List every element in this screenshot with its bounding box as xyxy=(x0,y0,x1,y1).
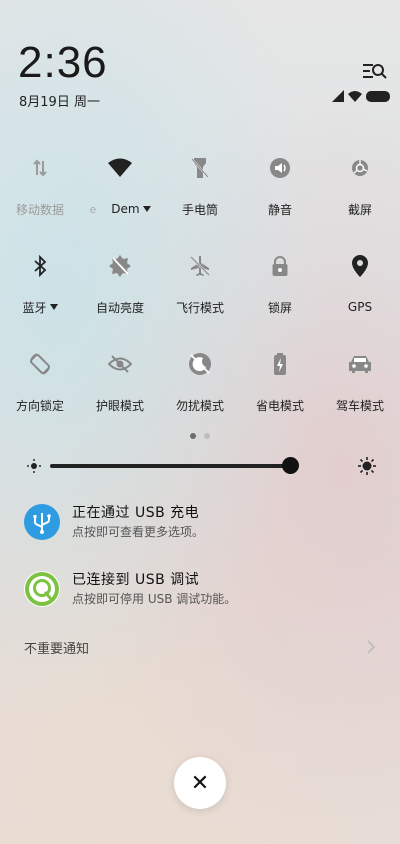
volume-icon xyxy=(266,154,294,182)
auto-brightness-icon xyxy=(106,252,134,280)
tile-screenshot[interactable]: 截屏 xyxy=(320,150,400,248)
wifi-status-icon xyxy=(348,90,362,102)
tile-label: 自动亮度 xyxy=(95,300,144,315)
rotation-lock-icon xyxy=(26,350,54,378)
tile-label: 锁屏 xyxy=(267,300,292,315)
tile-auto-brightness[interactable]: 自动亮度 xyxy=(80,248,160,346)
brightness-thumb[interactable] xyxy=(282,457,299,474)
tile-label: 手电筒 xyxy=(181,202,218,217)
bluetooth-icon xyxy=(26,252,54,280)
tile-label: 移动数据 xyxy=(15,202,64,217)
tile-eye-care[interactable]: 护眼模式 xyxy=(80,346,160,444)
clock: 2:36 xyxy=(18,38,108,87)
tile-do-not-disturb[interactable]: 勿扰模式 xyxy=(160,346,240,444)
tile-label: 省电模式 xyxy=(255,398,304,413)
notification-settings-icon[interactable] xyxy=(362,62,388,82)
lock-icon xyxy=(266,252,294,280)
notification-subtitle: 点按即可停用 USB 调试功能。 xyxy=(72,592,237,606)
page-dot-active xyxy=(190,433,196,439)
android-debug-icon xyxy=(24,571,60,607)
dropdown-caret-icon[interactable] xyxy=(49,304,58,310)
tile-label: 蓝牙 xyxy=(22,300,47,315)
tile-mobile-data[interactable]: 移动数据 xyxy=(0,150,80,248)
brightness-low-icon xyxy=(27,459,41,473)
tile-label: 护眼模式 xyxy=(95,398,144,413)
tile-flashlight[interactable]: 手电筒 xyxy=(160,150,240,248)
usb-charging-notification[interactable]: 正在通过 USB 充电 点按即可查看更多选项。 xyxy=(24,500,384,550)
page-indicator xyxy=(0,433,400,439)
car-icon xyxy=(346,350,374,378)
usb-icon xyxy=(24,504,60,540)
unimportant-notifications-label[interactable]: 不重要通知 xyxy=(24,638,89,657)
close-button[interactable]: ✕ xyxy=(174,757,226,809)
eye-care-icon xyxy=(106,350,134,378)
tile-airplane[interactable]: 飞行模式 xyxy=(160,248,240,346)
tile-label: GPS xyxy=(347,300,373,314)
flashlight-icon xyxy=(186,154,214,182)
notification-title: 正在通过 USB 充电 xyxy=(72,505,200,521)
page-dot xyxy=(204,433,210,439)
brightness-track[interactable] xyxy=(50,464,290,468)
battery-icon xyxy=(366,90,390,102)
signal-icon xyxy=(332,90,344,102)
do-not-disturb-icon xyxy=(186,350,214,378)
tile-bluetooth[interactable]: 蓝牙 xyxy=(0,248,80,346)
dropdown-caret-icon[interactable] xyxy=(142,206,151,212)
brightness-slider[interactable] xyxy=(0,452,400,480)
tile-label: 截屏 xyxy=(347,202,372,217)
tile-label: 勿扰模式 xyxy=(175,398,224,413)
airplane-icon xyxy=(186,252,214,280)
notification-subtitle: 点按即可查看更多选项。 xyxy=(72,525,205,539)
tile-volume[interactable]: 静音 xyxy=(240,150,320,248)
status-bar xyxy=(332,90,390,102)
tile-car[interactable]: 驾车模式 xyxy=(320,346,400,444)
location-icon xyxy=(346,252,374,280)
screenshot-icon xyxy=(346,154,374,182)
tile-wifi[interactable]: e Dem xyxy=(80,150,160,248)
notification-title: 已连接到 USB 调试 xyxy=(72,572,200,588)
brightness-high-icon xyxy=(358,457,376,475)
quick-settings-grid: 移动数据 e Dem 手电筒 静音 截屏 蓝牙 自动亮度 飞行模式 锁屏 GPS 方向锁定 护眼模式… xyxy=(0,150,400,444)
tile-lock[interactable]: 锁屏 xyxy=(240,248,320,346)
tile-rotation-lock[interactable]: 方向锁定 xyxy=(0,346,80,444)
tile-label: 静音 xyxy=(267,202,292,217)
tile-label-prefix: e xyxy=(89,202,97,216)
tile-battery-saver[interactable]: 省电模式 xyxy=(240,346,320,444)
tile-location[interactable]: GPS xyxy=(320,248,400,346)
chevron-right-icon[interactable] xyxy=(366,640,376,654)
date-label: 8月19日 周一 xyxy=(19,95,100,110)
tile-label: Dem xyxy=(111,202,140,216)
usb-debug-notification[interactable]: 已连接到 USB 调试 点按即可停用 USB 调试功能。 xyxy=(24,567,384,617)
mobile-data-icon xyxy=(26,154,54,182)
tile-label: 方向锁定 xyxy=(15,398,64,413)
tile-label: 飞行模式 xyxy=(175,300,224,315)
battery-saver-icon xyxy=(266,350,294,378)
wifi-icon xyxy=(106,154,134,182)
tile-label: 驾车模式 xyxy=(335,398,384,413)
